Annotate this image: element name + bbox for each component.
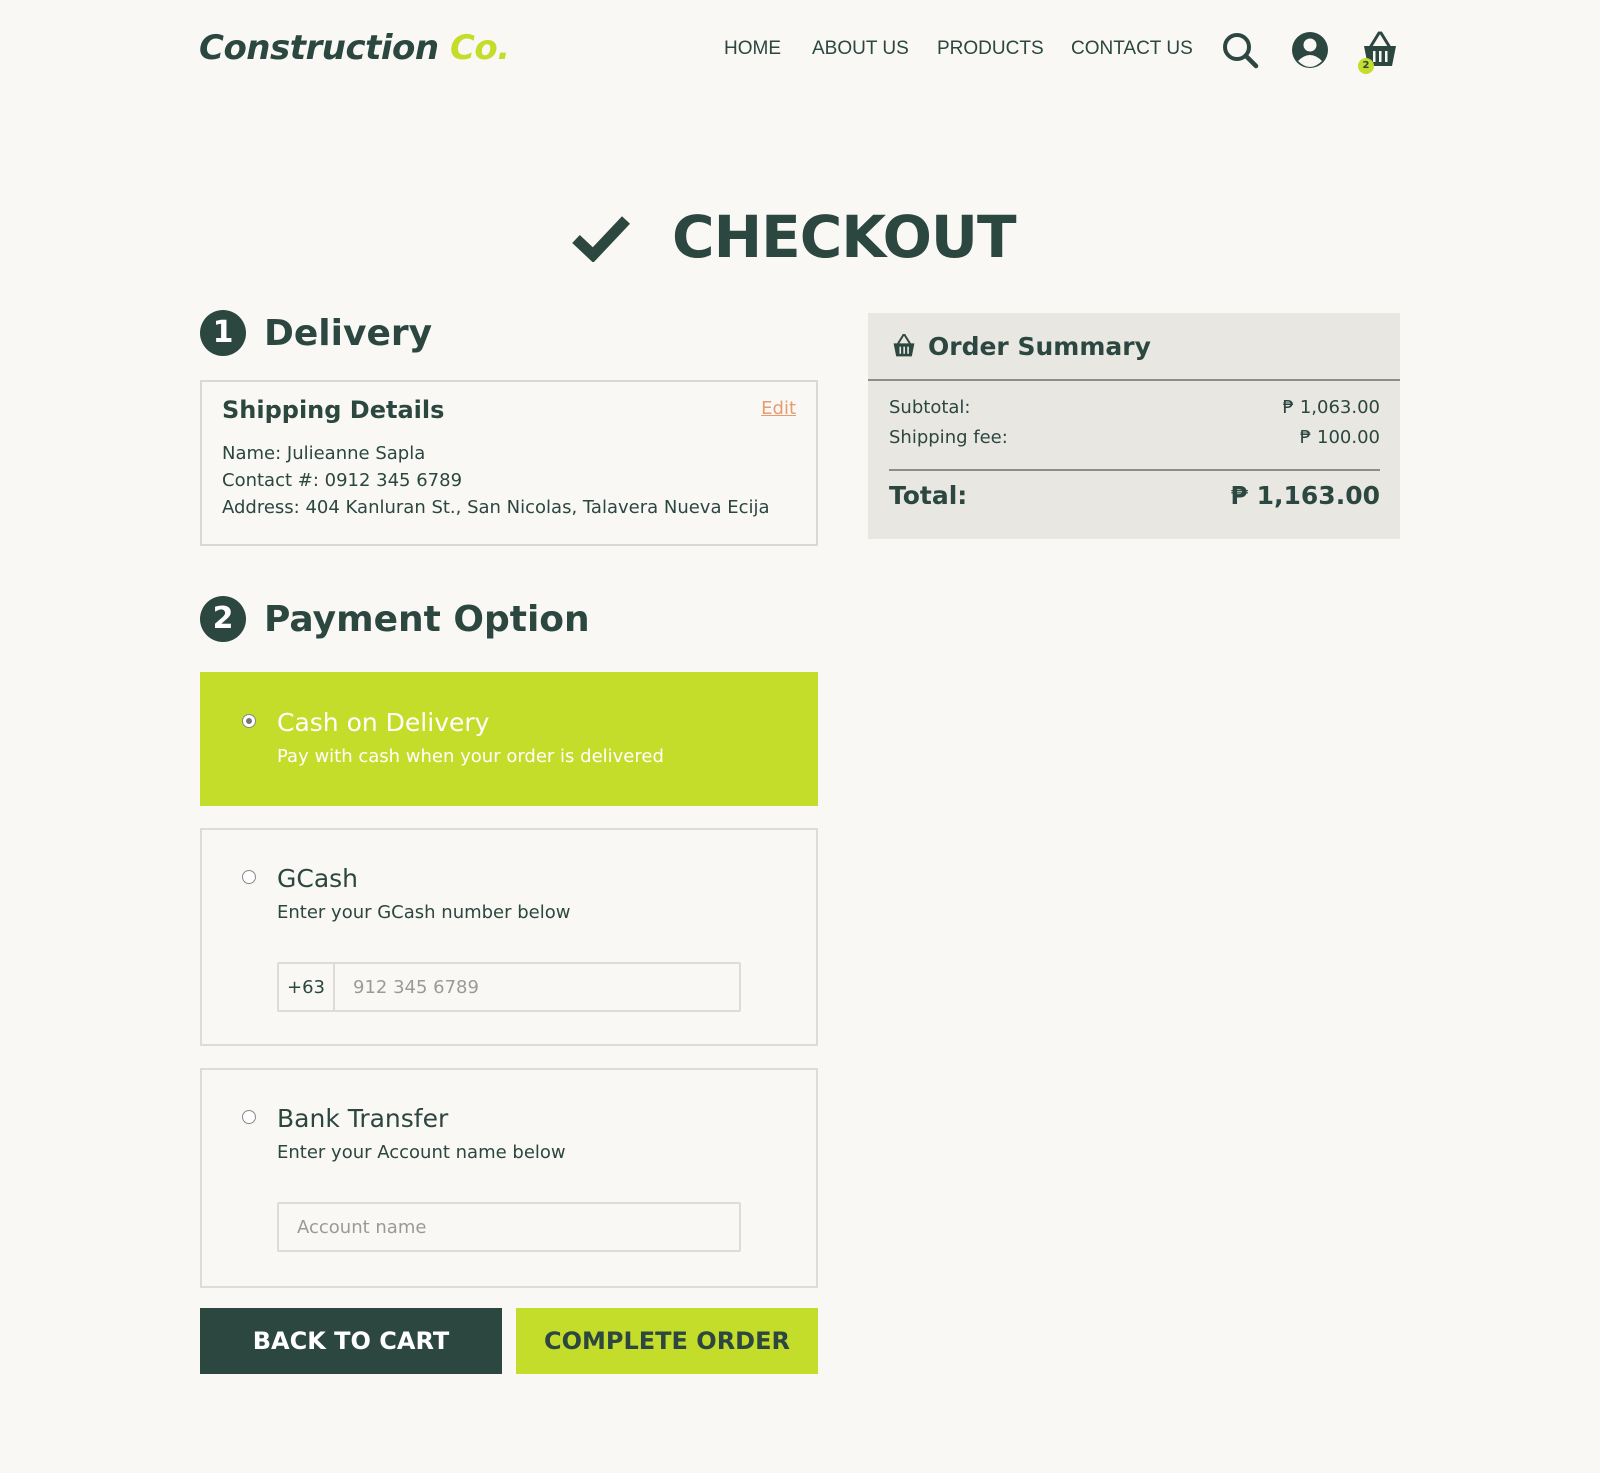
page-title: CHECKOUT xyxy=(570,202,1017,272)
edit-shipping-link[interactable]: Edit xyxy=(761,398,796,419)
shipping-fee-row: Shipping fee: ₱ 100.00 xyxy=(889,427,1380,448)
payment-option-gcash[interactable]: GCash Enter your GCash number below +63 xyxy=(200,828,818,1046)
account-name-input[interactable] xyxy=(279,1204,739,1250)
user-icon[interactable] xyxy=(1290,30,1330,70)
shipping-fee-label: Shipping fee: xyxy=(889,427,1008,448)
shipping-contact: Contact #: 0912 345 6789 xyxy=(222,470,463,491)
gcash-number-input[interactable] xyxy=(335,964,739,1010)
bank-radio[interactable] xyxy=(242,1110,256,1124)
basket-icon xyxy=(893,333,915,357)
gcash-radio[interactable] xyxy=(242,870,256,884)
step-number-badge: 2 xyxy=(200,596,246,642)
subtotal-row: Subtotal: ₱ 1,063.00 xyxy=(889,397,1380,418)
nav-contact-link[interactable]: CONTACT US xyxy=(1071,38,1193,60)
subtotal-value: ₱ 1,063.00 xyxy=(1282,397,1380,418)
total-row: Total: ₱ 1,163.00 xyxy=(889,481,1380,510)
order-summary-header: Order Summary xyxy=(868,313,1400,381)
gcash-number-field: +63 xyxy=(277,962,741,1012)
nav-home-link[interactable]: HOME xyxy=(724,38,781,60)
bank-subtitle: Enter your Account name below xyxy=(277,1142,566,1163)
shipping-name: Name: Julieanne Sapla xyxy=(222,443,426,464)
cod-title: Cash on Delivery xyxy=(277,708,490,737)
shipping-details-title: Shipping Details xyxy=(222,396,445,424)
payment-section-header: 2 Payment Option xyxy=(200,596,590,642)
site-header: Construction Co. HOME ABOUT US PRODUCTS … xyxy=(0,0,1600,100)
country-code-prefix: +63 xyxy=(279,964,335,1010)
subtotal-label: Subtotal: xyxy=(889,397,971,418)
cart-count-badge: 2 xyxy=(1358,58,1374,74)
checkout-heading: CHECKOUT xyxy=(672,203,1017,271)
logo-main-text: Construction xyxy=(199,28,439,68)
payment-heading: Payment Option xyxy=(264,598,590,640)
order-summary-panel: Order Summary Subtotal: ₱ 1,063.00 Shipp… xyxy=(868,313,1400,539)
delivery-section-header: 1 Delivery xyxy=(200,310,432,356)
site-logo[interactable]: Construction Co. xyxy=(199,28,510,68)
nav-products-link[interactable]: PRODUCTS xyxy=(937,38,1044,60)
cod-radio[interactable] xyxy=(242,714,256,728)
total-value: ₱ 1,163.00 xyxy=(1230,481,1380,510)
shipping-details-card: Shipping Details Edit Name: Julieanne Sa… xyxy=(200,380,818,546)
gcash-title: GCash xyxy=(277,864,359,893)
cod-subtitle: Pay with cash when your order is deliver… xyxy=(277,746,664,767)
back-to-cart-button[interactable]: BACK TO CART xyxy=(200,1308,502,1374)
summary-divider xyxy=(889,469,1380,471)
order-summary-title: Order Summary xyxy=(928,331,1151,361)
step-number-badge: 1 xyxy=(200,310,246,356)
delivery-heading: Delivery xyxy=(264,312,433,354)
checkmark-icon xyxy=(572,216,631,262)
payment-option-bank[interactable]: Bank Transfer Enter your Account name be… xyxy=(200,1068,818,1288)
shipping-address: Address: 404 Kanluran St., San Nicolas, … xyxy=(222,497,770,518)
shipping-fee-value: ₱ 100.00 xyxy=(1299,427,1380,448)
logo-accent-text: Co. xyxy=(449,28,510,68)
total-label: Total: xyxy=(889,481,968,510)
payment-option-cod[interactable]: Cash on Delivery Pay with cash when your… xyxy=(200,672,818,806)
gcash-subtitle: Enter your GCash number below xyxy=(277,902,571,923)
bank-title: Bank Transfer xyxy=(277,1104,449,1133)
nav-about-link[interactable]: ABOUT US xyxy=(812,38,909,60)
account-name-field xyxy=(277,1202,741,1252)
complete-order-button[interactable]: COMPLETE ORDER xyxy=(516,1308,818,1374)
search-icon[interactable] xyxy=(1220,30,1260,70)
